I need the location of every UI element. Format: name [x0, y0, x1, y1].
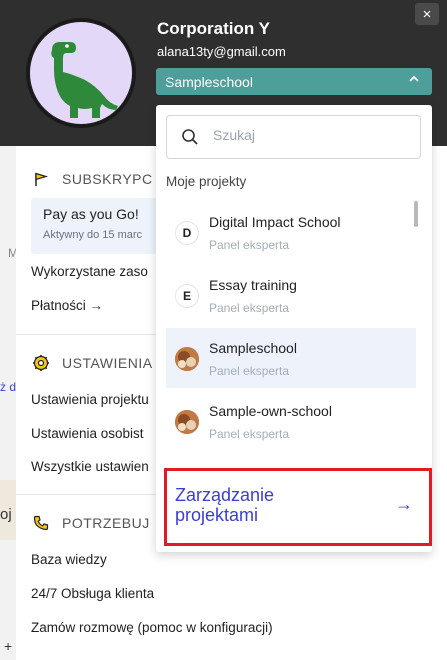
project-name: Essay training	[209, 277, 297, 293]
manage-projects-label: Zarządzanie projektami	[175, 485, 275, 525]
gear-icon	[32, 354, 50, 372]
menu-item-payments[interactable]: Płatności →	[31, 298, 103, 313]
project-name: Digital Impact School	[209, 214, 341, 230]
arrow-right-icon: →	[395, 494, 413, 514]
menu-item-all-settings[interactable]: Wszystkie ustawien	[31, 459, 149, 474]
menu-item-book-call[interactable]: Zamów rozmowę (pomoc w konfiguracji)	[31, 620, 273, 635]
flag-icon	[32, 170, 50, 188]
help-section-heading: POTRZEBUJ	[32, 514, 150, 532]
dinosaur-icon	[51, 42, 118, 118]
project-selector[interactable]: Sampleschool	[156, 68, 432, 95]
selected-project-label: Sampleschool	[165, 74, 253, 90]
background-link: ż d	[0, 380, 17, 394]
menu-item-resources[interactable]: Wykorzystane zaso	[31, 264, 148, 279]
search-input[interactable]	[213, 127, 403, 143]
scrollbar[interactable]	[414, 201, 418, 227]
organization-name: Corporation Y	[157, 19, 271, 38]
project-item[interactable]: E Essay training Panel eksperta	[166, 265, 416, 325]
divider	[16, 494, 176, 495]
project-item[interactable]: D Digital Impact School Panel eksperta	[166, 202, 416, 262]
background-text: oj	[0, 506, 12, 523]
phone-icon	[32, 514, 50, 532]
close-icon: ×	[422, 5, 432, 23]
project-item-selected[interactable]: Sampleschool Panel eksperta	[166, 328, 416, 388]
project-role: Panel eksperta	[209, 364, 290, 378]
project-role: Panel eksperta	[209, 238, 290, 252]
project-role: Panel eksperta	[209, 301, 290, 315]
search-icon	[181, 128, 199, 151]
menu-item-personal-settings[interactable]: Ustawienia osobist	[31, 426, 144, 441]
project-list-title: Moje projekty	[166, 174, 247, 189]
section-title: SUBSKRYPC	[62, 171, 153, 187]
menu-item-knowledge-base[interactable]: Baza wiedzy	[31, 552, 107, 567]
divider	[16, 334, 176, 335]
project-initial-badge: D	[175, 221, 199, 245]
project-dropdown: Moje projekty D Digital Impact School Pa…	[156, 105, 432, 552]
project-name: Sample-own-school	[209, 403, 332, 419]
background-text: +	[4, 638, 13, 654]
project-item[interactable]: Sample-own-school Panel eksperta	[166, 391, 416, 451]
project-avatar	[175, 410, 199, 434]
avatar	[30, 22, 132, 124]
section-title: USTAWIENIA	[62, 355, 153, 371]
chevron-up-icon	[408, 72, 420, 88]
project-name: Sampleschool	[209, 340, 297, 356]
project-avatar	[175, 347, 199, 371]
project-initial-badge: E	[175, 284, 199, 308]
section-title: POTRZEBUJ	[62, 515, 150, 531]
menu-item-project-settings[interactable]: Ustawienia projektu	[31, 392, 149, 407]
menu-item-support[interactable]: 24/7 Obsługa klienta	[31, 586, 154, 601]
project-role: Panel eksperta	[209, 427, 290, 441]
search-field[interactable]	[166, 115, 421, 159]
settings-section-heading: USTAWIENIA	[32, 354, 153, 372]
subscription-section-heading: SUBSKRYPC	[32, 170, 153, 188]
user-email: alana13ty@gmail.com	[157, 44, 286, 59]
manage-projects-button[interactable]: Zarządzanie projektami →	[164, 468, 432, 546]
close-button[interactable]: ×	[415, 3, 439, 25]
